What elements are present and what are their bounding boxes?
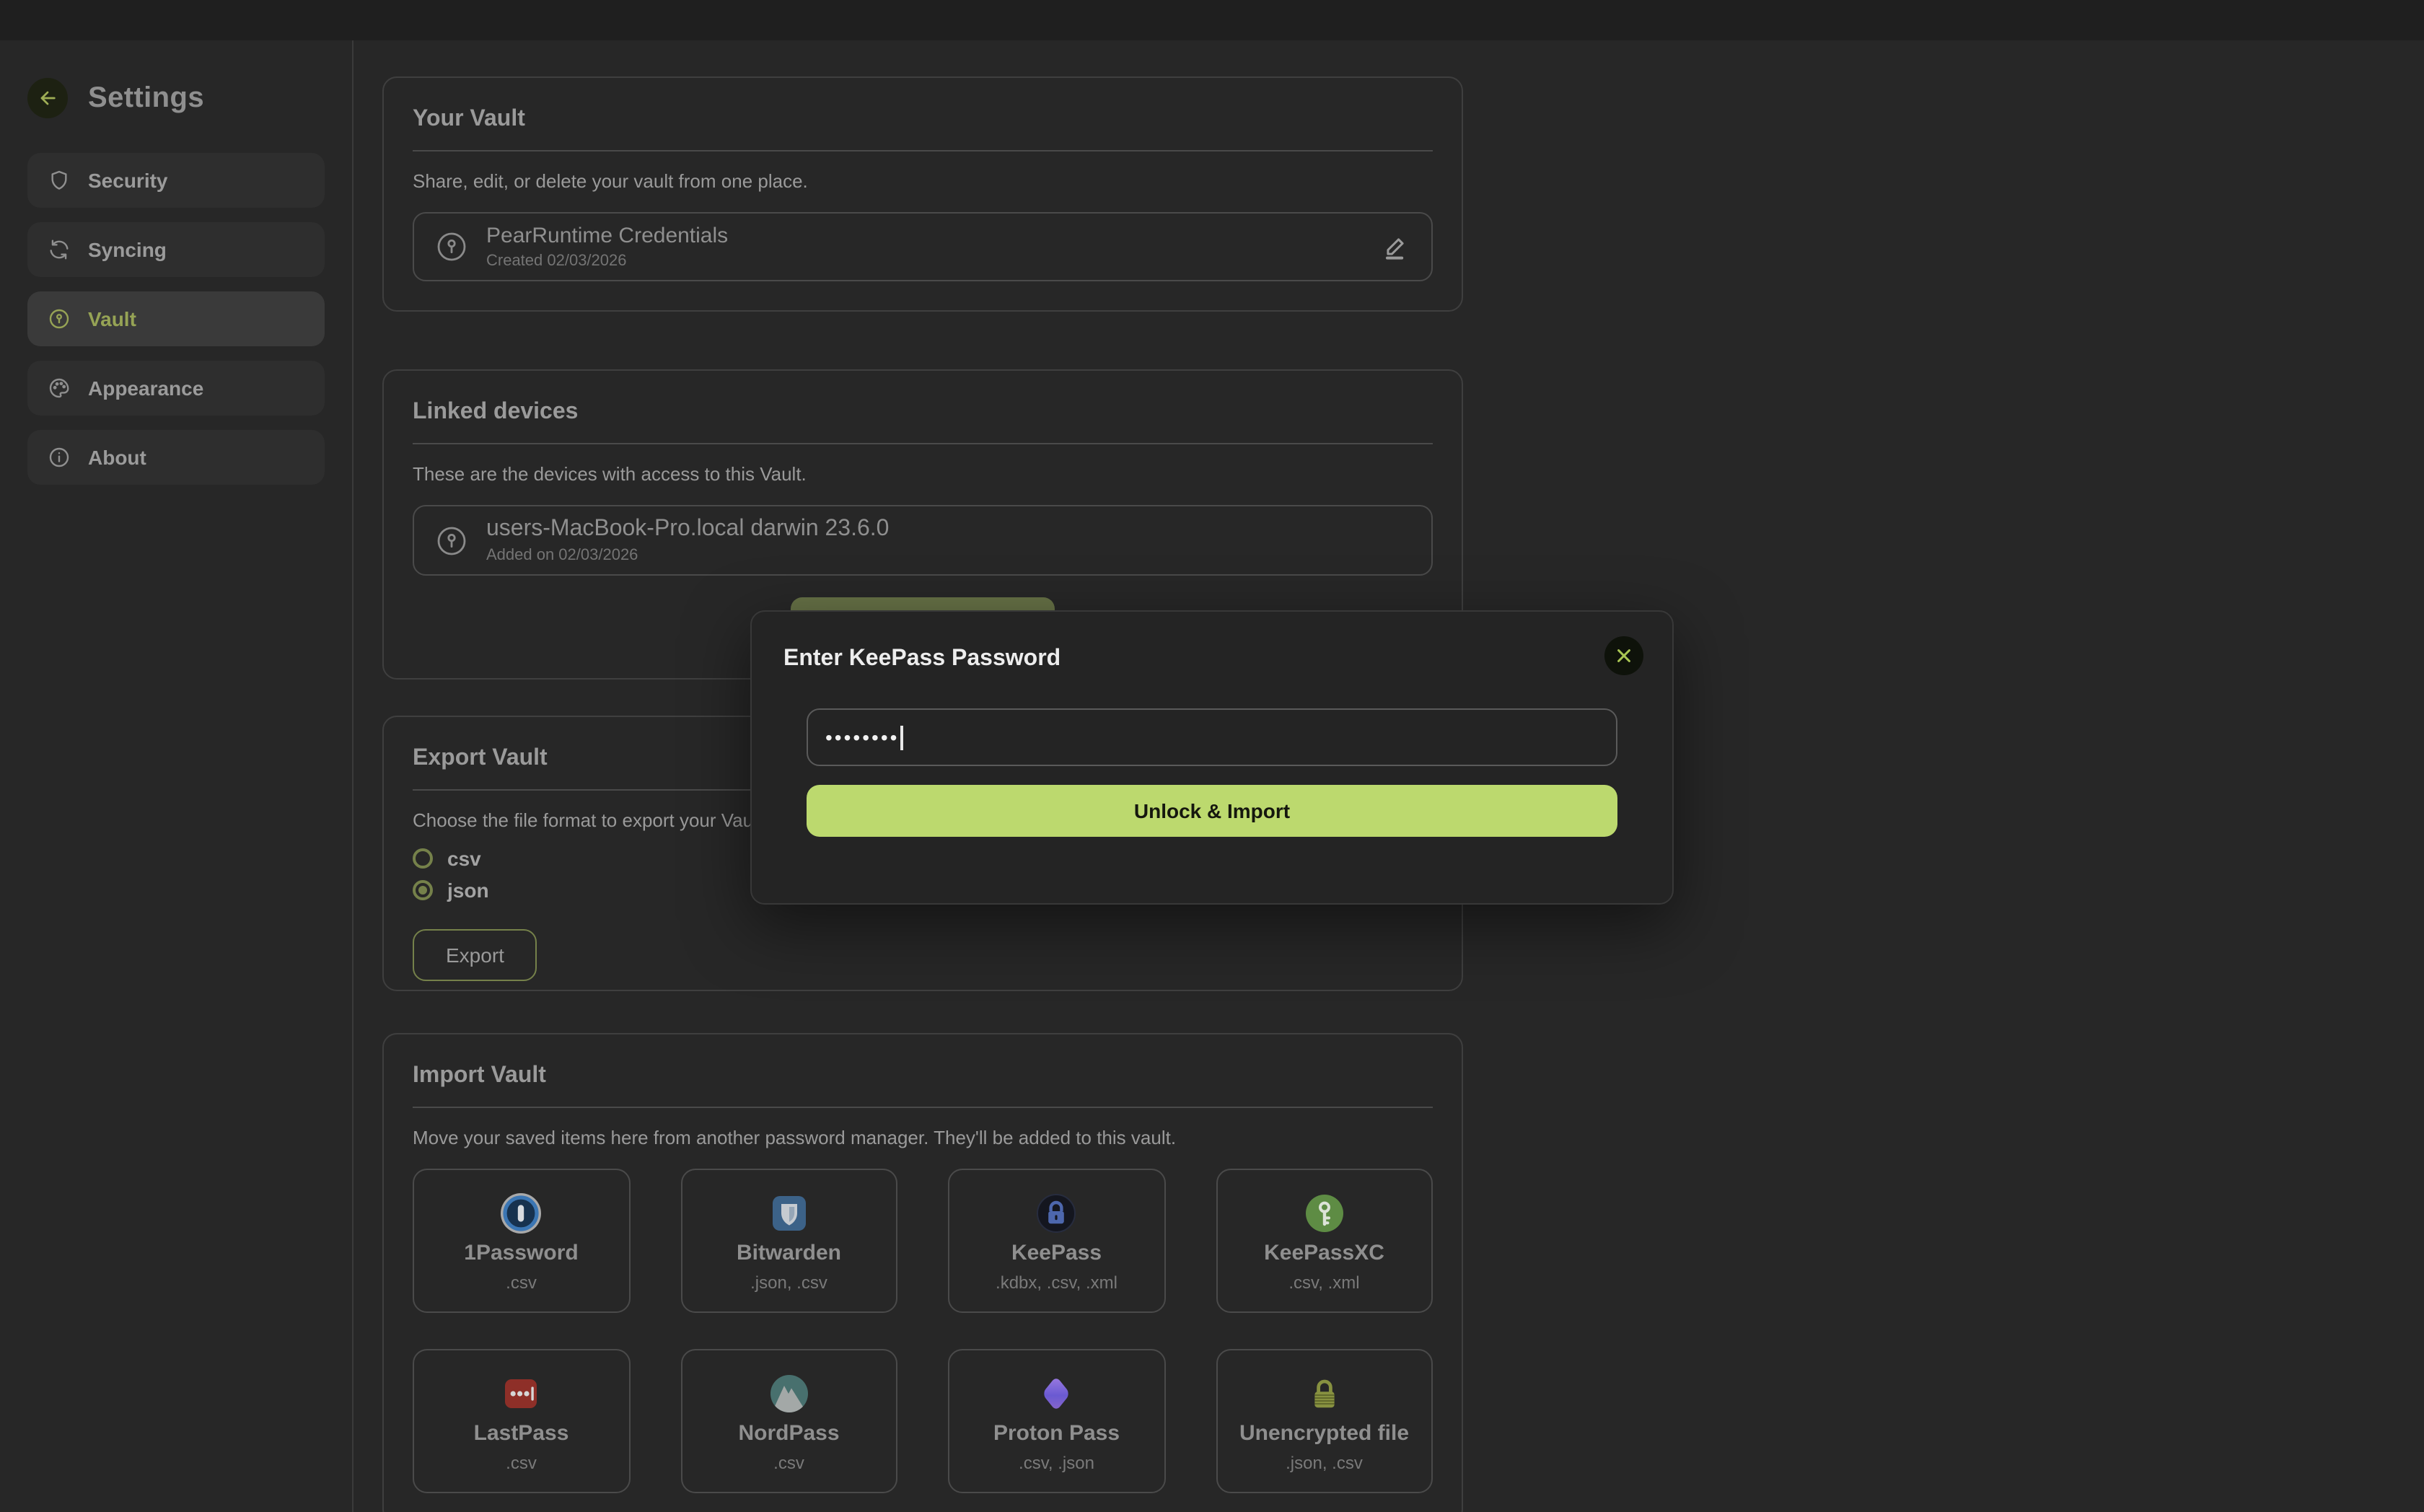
card-title: Your Vault: [413, 107, 1433, 133]
import-tile-keepass[interactable]: KeePass .kdbx, .csv, .xml: [948, 1169, 1165, 1313]
export-button[interactable]: Export: [413, 929, 537, 981]
arrow-left-icon: [36, 87, 59, 110]
window-titlebar: [0, 0, 2424, 40]
import-tile-protonpass[interactable]: Proton Pass .csv, .json: [948, 1349, 1165, 1493]
import-tile-bitwarden[interactable]: Bitwarden .json, .csv: [680, 1169, 897, 1313]
divider: [413, 1107, 1433, 1108]
import-tile-lastpass[interactable]: LastPass .csv: [413, 1349, 630, 1493]
tile-formats: .json, .csv: [750, 1272, 827, 1292]
card-description: Move your saved items here from another …: [413, 1127, 1433, 1148]
card-title: Linked devices: [413, 400, 1433, 426]
unencrypted-lock-icon: [1303, 1370, 1346, 1416]
tile-formats: .kdbx, .csv, .xml: [996, 1272, 1117, 1292]
sync-icon: [48, 238, 71, 261]
vault-row: PearRuntime Credentials Created 02/03/20…: [413, 212, 1433, 281]
sidebar-item-security[interactable]: Security: [27, 153, 325, 208]
lastpass-icon: [500, 1370, 543, 1416]
sidebar-item-label: Vault: [88, 307, 136, 330]
card-description: Share, edit, or delete your vault from o…: [413, 170, 1433, 192]
radio-selected-icon: [413, 880, 433, 900]
sidebar-item-appearance[interactable]: Appearance: [27, 361, 325, 416]
divider: [413, 443, 1433, 444]
tile-formats: .csv, .xml: [1288, 1272, 1359, 1292]
tile-name: 1Password: [464, 1240, 578, 1265]
your-vault-card: Your Vault Share, edit, or delete your v…: [382, 76, 1463, 312]
dialog-title: Enter KeePass Password: [783, 646, 1641, 672]
pencil-edit-icon: [1379, 231, 1411, 263]
settings-sidebar: Settings Security Syncing Vault: [0, 40, 354, 1512]
card-title: Import Vault: [413, 1063, 1433, 1089]
sidebar-item-label: Appearance: [88, 377, 203, 400]
sidebar-item-vault[interactable]: Vault: [27, 291, 325, 346]
key-circle-icon: [434, 229, 469, 264]
tile-formats: .csv: [506, 1452, 537, 1472]
close-icon: [1615, 646, 1633, 665]
import-tile-nordpass[interactable]: NordPass .csv: [680, 1349, 897, 1493]
keepass-password-dialog: Enter KeePass Password •••••••• Unlock &…: [750, 610, 1674, 905]
tile-name: NordPass: [738, 1420, 839, 1445]
tile-formats: .csv: [773, 1452, 804, 1472]
tile-name: Proton Pass: [993, 1420, 1120, 1445]
text-cursor: [900, 725, 903, 750]
edit-vault-button[interactable]: [1379, 231, 1411, 263]
bitwarden-icon: [768, 1190, 811, 1236]
key-circle-icon: [48, 307, 71, 330]
tile-name: Bitwarden: [737, 1240, 841, 1265]
tile-formats: .json, .csv: [1286, 1452, 1363, 1472]
palette-icon: [48, 377, 71, 400]
page-title: Settings: [88, 82, 204, 115]
unlock-import-button[interactable]: Unlock & Import: [807, 785, 1617, 837]
card-description: These are the devices with access to thi…: [413, 463, 1433, 485]
tile-formats: .csv: [506, 1272, 537, 1292]
device-name: users-MacBook-Pro.local darwin 23.6.0: [486, 517, 1411, 542]
close-dialog-button[interactable]: [1604, 636, 1643, 675]
sidebar-item-about[interactable]: About: [27, 430, 325, 485]
tile-formats: .csv, .json: [1019, 1452, 1094, 1472]
sidebar-item-syncing[interactable]: Syncing: [27, 222, 325, 277]
onepassword-icon: [500, 1190, 543, 1236]
keepass-icon: [1035, 1190, 1079, 1236]
device-added-date: Added on 02/03/2026: [486, 547, 1411, 564]
radio-label: csv: [447, 847, 481, 870]
import-vault-card: Import Vault Move your saved items here …: [382, 1033, 1463, 1512]
import-tile-1password[interactable]: 1Password .csv: [413, 1169, 630, 1313]
password-input[interactable]: ••••••••: [807, 708, 1617, 766]
import-tile-keepassxc[interactable]: KeePassXC .csv, .xml: [1216, 1169, 1433, 1313]
vault-created-date: Created 02/03/2026: [486, 252, 1362, 270]
tile-name: LastPass: [474, 1420, 569, 1445]
tile-name: KeePass: [1011, 1240, 1102, 1265]
tile-name: KeePassXC: [1264, 1240, 1384, 1265]
nordpass-icon: [768, 1370, 811, 1416]
protonpass-icon: [1035, 1370, 1079, 1416]
app-window: Settings Security Syncing Vault: [0, 0, 2424, 1512]
radio-unselected-icon: [413, 848, 433, 869]
radio-label: json: [447, 879, 489, 902]
import-tile-unencrypted[interactable]: Unencrypted file .json, .csv: [1216, 1349, 1433, 1493]
info-icon: [48, 446, 71, 469]
sidebar-item-label: Syncing: [88, 238, 167, 261]
import-source-grid: 1Password .csv Bitwarden .json, .csv: [413, 1169, 1433, 1493]
divider: [413, 150, 1433, 151]
password-masked-value: ••••••••: [825, 727, 899, 747]
device-row: users-MacBook-Pro.local darwin 23.6.0 Ad…: [413, 505, 1433, 576]
sidebar-item-label: Security: [88, 169, 168, 192]
sidebar-item-label: About: [88, 446, 146, 469]
vault-name: PearRuntime Credentials: [486, 224, 1362, 248]
back-button[interactable]: [27, 78, 68, 118]
sidebar-header: Settings: [27, 78, 325, 118]
keepassxc-icon: [1303, 1190, 1346, 1236]
key-circle-icon: [434, 523, 469, 558]
tile-name: Unencrypted file: [1239, 1420, 1409, 1445]
shield-icon: [48, 169, 71, 192]
